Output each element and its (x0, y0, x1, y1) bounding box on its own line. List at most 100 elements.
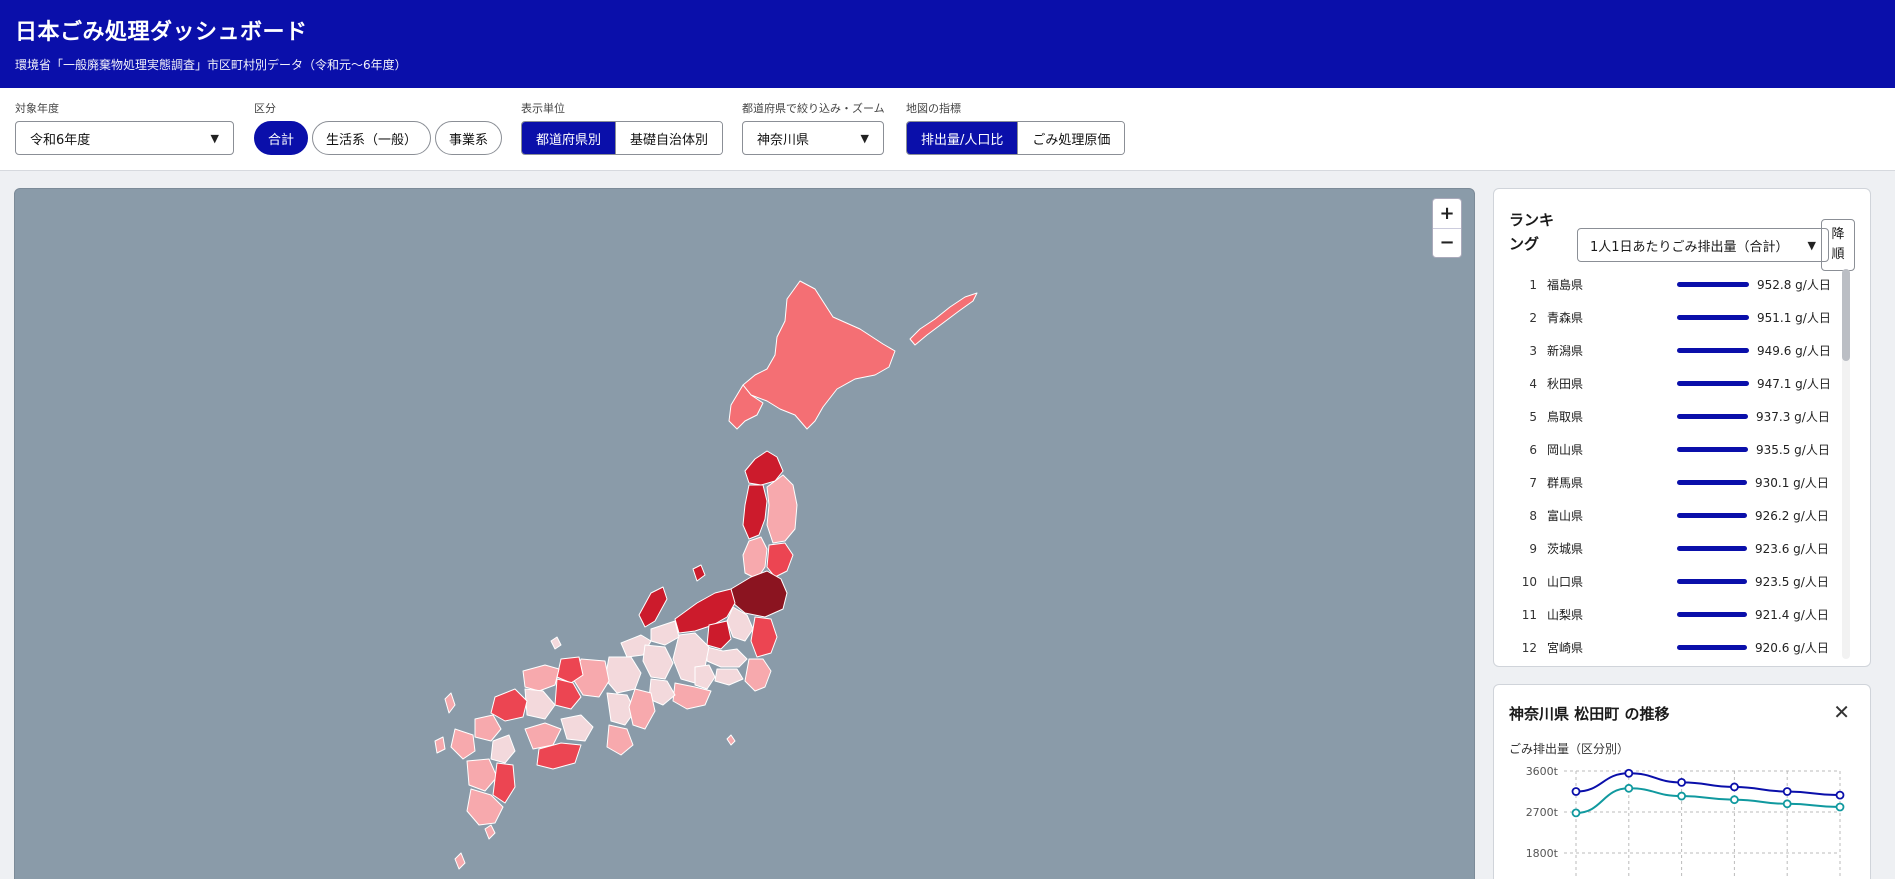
ranking-row[interactable]: 3 新潟県 949.6 g/人日 (1509, 334, 1844, 367)
region-gifu[interactable] (642, 644, 674, 680)
region-yamanashi[interactable] (694, 664, 716, 690)
app-header: 日本ごみ処理ダッシュボード 環境省「一般廃棄物処理実態調査」市区町村別データ（令… (0, 0, 1895, 88)
unit-toggle: 都道府県別 基礎自治体別 (521, 121, 724, 155)
region-yamaguchi[interactable] (490, 688, 528, 722)
year-label: 対象年度 (15, 102, 59, 115)
trend-ytick-label: 2700t (1526, 806, 1559, 819)
ranking-rank: 6 (1529, 442, 1537, 457)
ranking-row[interactable]: 5 鳥取県 937.3 g/人日 (1509, 400, 1844, 433)
region-akita[interactable] (742, 484, 768, 540)
metric-option-cost[interactable]: ごみ処理原価 (1017, 122, 1125, 154)
ranking-value: 947.1 g/人日 (1757, 377, 1831, 391)
trend-line-chart: 3600t 2700t 1800t (1526, 765, 1845, 879)
metric-control: 地図の指標 排出量/人口比 ごみ処理原価 (906, 100, 1126, 155)
region-ryukyu[interactable] (454, 852, 466, 870)
region-gunma[interactable] (706, 620, 732, 650)
ranking-rank: 7 (1529, 475, 1537, 490)
zoom-out-button[interactable]: − (1433, 227, 1461, 258)
region-shimane[interactable] (522, 664, 560, 692)
ranking-row[interactable]: 4 秋田県 947.1 g/人日 (1509, 367, 1844, 400)
ranking-bar (1677, 315, 1749, 320)
trend-panel: 神奈川県 松田町 の推移 ✕ ごみ排出量（区分別） 3600t 2700t 1800… (1493, 684, 1871, 879)
region-goto[interactable] (434, 736, 446, 754)
trend-data-point (1677, 777, 1687, 787)
ranking-metric-select[interactable]: 1人1日あたりごみ排出量（合計） ▼ (1577, 228, 1829, 262)
region-kumamoto[interactable] (466, 758, 498, 792)
region-miyazaki[interactable] (492, 762, 516, 804)
metric-option-per-capita[interactable]: 排出量/人口比 (907, 122, 1018, 154)
region-shiga-kyoto[interactable] (604, 656, 642, 694)
region-kagawa-tokushima[interactable] (560, 714, 594, 742)
category-pill-total[interactable]: 合計 (254, 121, 309, 155)
ranking-value: 930.1 g/人日 (1755, 476, 1829, 490)
year-select[interactable]: 令和6年度 ▼ (15, 121, 234, 155)
ranking-rank: 2 (1529, 310, 1537, 325)
trend-data-point (1571, 808, 1581, 818)
region-kuril-islands[interactable] (909, 292, 978, 346)
unit-option-municipality[interactable]: 基礎自治体別 (615, 122, 723, 154)
ranking-rank: 11 (1521, 607, 1537, 622)
chevron-down-icon: ▼ (1807, 238, 1816, 252)
region-iwate[interactable] (766, 474, 798, 544)
ranking-rank: 3 (1529, 343, 1537, 358)
prefecture-select[interactable]: 神奈川県 ▼ (742, 121, 884, 155)
ranking-rank: 4 (1529, 376, 1537, 391)
ranking-row[interactable]: 12 宮崎県 920.6 g/人日 (1509, 631, 1844, 658)
ranking-panel: ランキング 1人1日あたりごみ排出量（合計） ▼ 降順 1 福島県 952.8 g/… (1493, 188, 1871, 667)
region-hokkaido[interactable] (742, 280, 896, 430)
region-fukuoka[interactable] (474, 714, 502, 742)
region-chiba[interactable] (744, 658, 772, 692)
region-sado[interactable] (692, 564, 706, 582)
ranking-scrollbar[interactable] (1842, 269, 1850, 659)
ranking-metric-value: 1人1日あたりごみ排出量（合計） (1590, 239, 1789, 255)
ranking-list[interactable]: 1 福島県 952.8 g/人日 2 青森県 951.1 g/人日 3 新潟県 949.6 g/… (1509, 268, 1844, 658)
ranking-row[interactable]: 2 青森県 951.1 g/人日 (1509, 301, 1844, 334)
ranking-row[interactable]: 1 福島県 952.8 g/人日 (1509, 268, 1844, 301)
region-wakayama[interactable] (606, 724, 634, 756)
ranking-bar (1677, 447, 1748, 452)
region-mie[interactable] (628, 688, 656, 730)
region-ishikawa[interactable] (638, 586, 668, 628)
region-amami[interactable] (484, 824, 496, 840)
year-select-value: 令和6年度 (30, 132, 91, 148)
ranking-prefecture-name: 宮崎県 (1547, 641, 1584, 655)
ranking-scrollbar-thumb[interactable] (1842, 269, 1850, 361)
metric-toggle: 排出量/人口比 ごみ処理原価 (906, 121, 1126, 155)
ranking-row[interactable]: 11 山梨県 921.4 g/人日 (1509, 598, 1844, 631)
region-hiroshima[interactable] (524, 688, 556, 720)
ranking-value: 926.2 g/人日 (1755, 509, 1829, 523)
region-toyama[interactable] (650, 620, 680, 646)
region-oita[interactable] (490, 734, 516, 764)
sort-order-button[interactable]: 降順 (1821, 219, 1855, 271)
region-ibaraki[interactable] (750, 616, 778, 658)
ranking-rank: 8 (1529, 508, 1537, 523)
unit-option-prefecture[interactable]: 都道府県別 (522, 122, 616, 154)
region-saga-nagasaki[interactable] (450, 728, 476, 760)
ranking-prefecture-name: 福島県 (1547, 278, 1584, 292)
region-tokyo-saitama[interactable] (706, 646, 748, 668)
region-izu-islands[interactable] (726, 734, 736, 746)
ranking-prefecture-name: 鳥取県 (1547, 410, 1584, 424)
ranking-bar (1677, 282, 1749, 287)
region-kanagawa[interactable] (714, 668, 744, 686)
category-pill-household[interactable]: 生活系（一般） (312, 121, 432, 155)
unit-control: 表示単位 都道府県別 基礎自治体別 (521, 100, 724, 155)
region-tsushima[interactable] (444, 692, 456, 714)
chevron-down-icon: ▼ (860, 131, 869, 145)
ranking-row[interactable]: 7 群馬県 930.1 g/人日 (1509, 466, 1844, 499)
ranking-row[interactable]: 8 富山県 926.2 g/人日 (1509, 499, 1844, 532)
region-miyagi[interactable] (766, 542, 794, 578)
zoom-in-button[interactable]: + (1433, 199, 1461, 228)
ranking-row[interactable]: 6 岡山県 935.5 g/人日 (1509, 433, 1844, 466)
ranking-title: ランキング (1509, 211, 1555, 253)
category-pill-business[interactable]: 事業系 (435, 121, 503, 155)
ranking-row[interactable]: 9 茨城県 923.6 g/人日 (1509, 532, 1844, 565)
ranking-prefecture-name: 秋田県 (1547, 377, 1584, 391)
region-oki[interactable] (550, 636, 562, 650)
japan-choropleth-map[interactable]: + − (14, 188, 1475, 879)
ranking-value: 920.6 g/人日 (1755, 641, 1829, 655)
ranking-bar (1677, 612, 1747, 617)
trend-ytick-label: 3600t (1526, 765, 1559, 778)
trend-ytick-label: 1800t (1526, 847, 1559, 860)
ranking-row[interactable]: 10 山口県 923.5 g/人日 (1509, 565, 1844, 598)
